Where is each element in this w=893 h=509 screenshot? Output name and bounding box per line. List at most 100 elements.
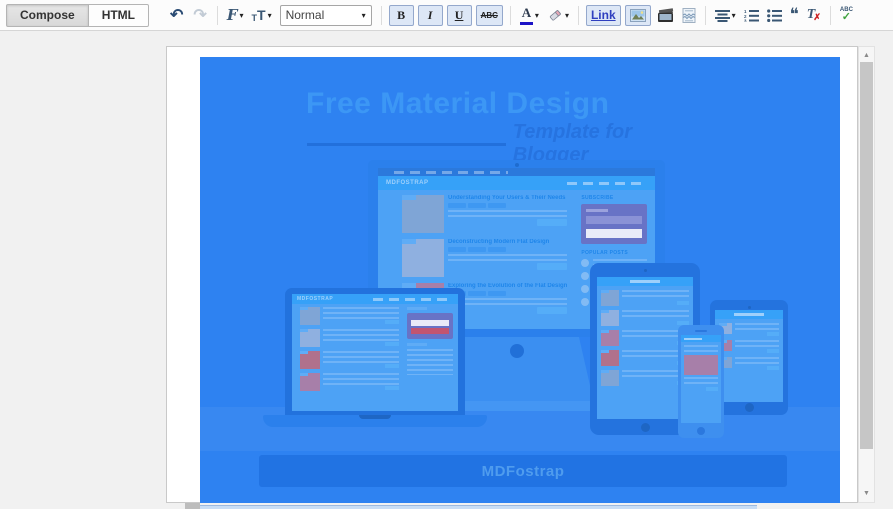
compose-tab[interactable]: Compose (6, 3, 89, 27)
editor-toolbar: Compose HTML ↶ ↷ F ▾ TT ▾ Normal ▾ B I U… (0, 0, 893, 31)
numbered-list-icon: 1 2 3 (744, 9, 759, 22)
mock-navbar: MDFOSTRAP (378, 176, 655, 190)
mock-navbar (597, 277, 693, 286)
mock-meta-chips (448, 203, 567, 208)
page-break-icon (682, 7, 696, 23)
mock-thumbnail (402, 195, 444, 233)
mock-text-lines (448, 254, 568, 261)
mock-page-body (681, 342, 721, 391)
insert-image-button[interactable] (624, 4, 651, 26)
strikethrough-button[interactable]: ABC (475, 4, 503, 26)
mock-subscribe-box (407, 313, 453, 339)
font-size-button[interactable]: TT ▾ (248, 4, 276, 26)
chevron-down-icon: ▾ (239, 10, 244, 20)
mock-post-card (300, 307, 399, 325)
camera-dot-icon (747, 306, 751, 309)
mock-readmore (537, 263, 568, 270)
mock-navbar: MDFOSTRAP (292, 294, 458, 304)
mock-post-title: Understanding Your Users & Their Needs (448, 195, 566, 201)
film-clapper-icon (657, 7, 674, 23)
mock-thumbnail (684, 355, 718, 375)
scroll-up-button[interactable]: ▲ (859, 48, 874, 63)
mock-post-card (300, 329, 399, 347)
font-size-icon: TT (251, 7, 266, 23)
mock-readmore (706, 387, 718, 391)
mock-brand: MDFOSTRAP (297, 296, 334, 302)
monitor-logo-dot (509, 344, 524, 358)
strikethrough-icon: ABC (480, 10, 498, 20)
mock-nav-links (567, 181, 647, 185)
mock-post-card: Understanding Your Users & Their Needs (402, 195, 568, 233)
text-color-button[interactable]: A ▾ (516, 4, 543, 26)
toolbar-divider (509, 5, 511, 25)
mock-post-card: Deconstructing Modern Flat Design (402, 239, 568, 277)
format-value: Normal (285, 8, 325, 22)
spellcheck-button[interactable]: ABC ✓ (840, 7, 853, 23)
mock-post-list (300, 307, 399, 395)
eraser-icon (547, 8, 563, 22)
chevron-down-icon: ▾ (731, 10, 736, 20)
mock-post-card (300, 373, 399, 391)
alignment-button[interactable]: ▾ (711, 4, 740, 26)
insert-video-button[interactable] (657, 7, 674, 23)
html-tab[interactable]: HTML (87, 3, 150, 27)
chevron-down-icon: ▾ (267, 10, 272, 20)
bold-icon: B (397, 7, 406, 22)
scrollbar-thumb[interactable] (860, 62, 873, 449)
mock-post-row (597, 286, 693, 306)
italic-button[interactable]: I (417, 4, 443, 26)
toolbar-divider (829, 5, 831, 25)
red-x-icon: ✗ (813, 12, 821, 22)
next-content-edge (200, 505, 757, 509)
bold-button[interactable]: B (388, 4, 414, 26)
mock-post-title: Exploring the Evolution of the Flat Desi… (448, 283, 568, 289)
mock-sidebar (407, 307, 453, 395)
bullet-list-button[interactable] (766, 8, 782, 22)
phone-mockup (678, 325, 724, 438)
mode-tabs: Compose HTML (6, 3, 150, 27)
mock-post-row (715, 353, 783, 370)
scroll-down-button[interactable]: ▼ (859, 486, 874, 501)
vertical-scrollbar[interactable]: ▲ ▼ (858, 46, 875, 503)
underline-icon: U (454, 7, 464, 22)
toolbar-divider (380, 5, 382, 25)
undo-button[interactable]: ↶ (165, 0, 188, 31)
mock-subscribe-box (581, 204, 647, 244)
italic-icon: I (427, 7, 433, 22)
mock-post-row (715, 336, 783, 353)
insert-jump-break-button[interactable] (682, 7, 696, 23)
mock-nav-links (373, 297, 453, 301)
mock-heading-bar (407, 343, 427, 346)
mock-heading-bar (407, 307, 427, 310)
mock-post-row (597, 306, 693, 326)
editor-canvas[interactable]: Free Material Design Template for Blogge… (166, 46, 858, 503)
laptop-screen: MDFOSTRAP (292, 294, 458, 411)
blockquote-button[interactable]: ❝ (790, 5, 799, 25)
font-family-button[interactable]: F ▾ (223, 4, 248, 26)
paragraph-format-select[interactable]: Normal ▾ (279, 4, 372, 26)
post-image[interactable]: Free Material Design Template for Blogge… (200, 57, 840, 503)
resize-handle[interactable] (185, 503, 200, 509)
remove-formatting-button[interactable]: T ✗ (807, 7, 821, 23)
mock-post-row (715, 319, 783, 336)
divider-line (307, 142, 506, 146)
mock-post-title: Deconstructing Modern Flat Design (448, 239, 550, 245)
mock-popular-label: POPULAR POSTS (581, 250, 629, 256)
home-button-icon (697, 427, 705, 435)
chevron-down-icon: ▾ (564, 10, 569, 20)
numbered-list-button[interactable]: 1 2 3 (744, 9, 759, 22)
mock-text-lines (448, 298, 568, 305)
insert-link-button[interactable]: Link (585, 4, 621, 26)
camera-dot-icon (514, 163, 519, 167)
redo-button[interactable]: ↷ (188, 0, 211, 31)
toolbar-divider (704, 5, 706, 25)
underline-button[interactable]: U (446, 4, 472, 26)
laptop-mockup: MDFOSTRAP (285, 288, 465, 415)
mock-text-lines (407, 349, 453, 375)
mock-meta-chips (448, 247, 567, 252)
font-icon: F (226, 6, 238, 24)
mock-navbar (715, 310, 783, 319)
mock-text-lines (684, 345, 718, 353)
toolbar-divider (577, 5, 579, 25)
highlight-color-button[interactable]: ▾ (543, 4, 573, 26)
